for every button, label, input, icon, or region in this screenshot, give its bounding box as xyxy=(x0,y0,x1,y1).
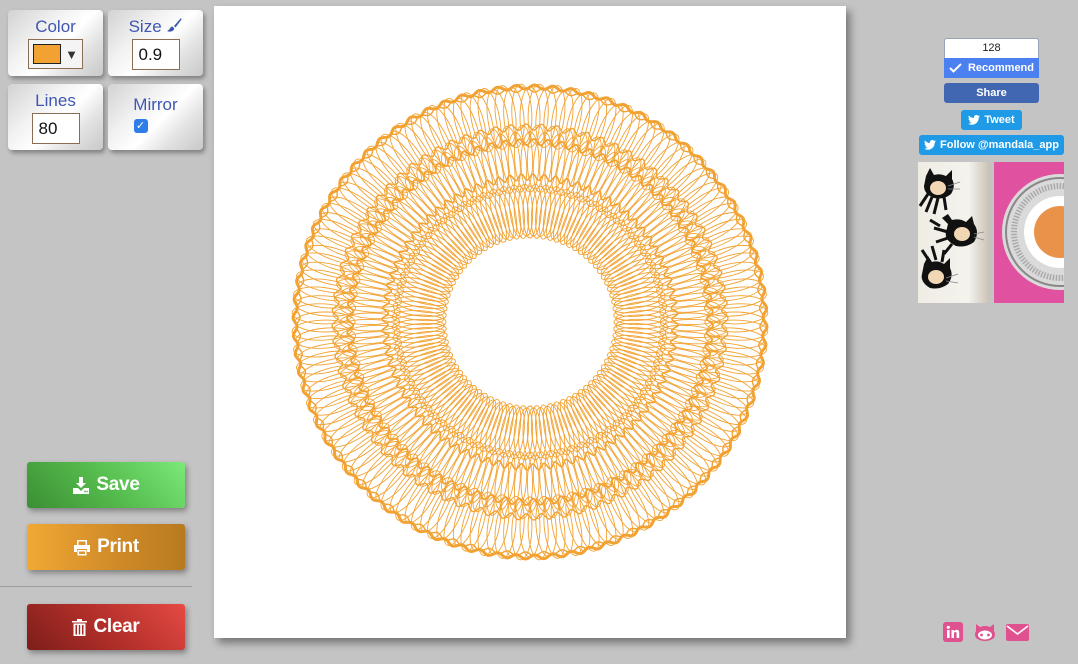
recommend-label: Recommend xyxy=(967,62,1035,74)
checkmark-icon xyxy=(949,63,962,73)
twitter-bird-icon xyxy=(924,140,937,150)
tweet-button[interactable]: Tweet xyxy=(961,110,1022,130)
print-label: Print xyxy=(97,536,139,557)
twitter-bird-icon xyxy=(968,115,981,125)
mandala-loop xyxy=(344,272,405,297)
mandala-inner-loops-2 xyxy=(391,183,669,461)
color-swatch xyxy=(33,44,62,64)
download-icon xyxy=(73,476,90,494)
mirror-label: Mirror xyxy=(133,95,178,114)
lines-panel: Lines xyxy=(8,84,103,150)
mandala-loop xyxy=(494,133,516,195)
lines-label: Lines xyxy=(35,91,76,110)
mandala-loop xyxy=(305,371,365,400)
octocat-image xyxy=(918,168,985,289)
mandala-loop xyxy=(700,252,760,279)
mandala-loop xyxy=(657,286,719,308)
print-button[interactable]: Print xyxy=(27,524,185,570)
thumbnail-strip xyxy=(918,162,1064,303)
clear-label: Clear xyxy=(93,616,140,637)
mirror-panel: Mirror ✓ xyxy=(108,84,203,150)
save-button[interactable]: Save xyxy=(27,462,185,508)
mandala-loop xyxy=(555,136,580,197)
clear-button[interactable]: Clear xyxy=(27,604,185,650)
size-label: Size xyxy=(128,17,162,36)
tweet-label: Tweet xyxy=(984,114,1015,126)
caret-down-icon: ▼ xyxy=(65,46,78,62)
linkedin-icon[interactable] xyxy=(943,622,963,642)
size-panel: Size xyxy=(108,10,203,76)
drawing-canvas[interactable] xyxy=(214,6,846,638)
color-label: Color xyxy=(35,17,76,36)
octocat-thumbnail[interactable] xyxy=(918,162,990,303)
color-panel: Color ▼ xyxy=(8,10,103,76)
mandala-drawing xyxy=(291,83,769,561)
lines-input[interactable] xyxy=(31,113,80,144)
follow-label: Follow @mandala_app xyxy=(940,139,1059,151)
size-input[interactable] xyxy=(131,39,180,70)
mandala-ring-1 xyxy=(381,173,679,471)
mandala-loop xyxy=(655,347,716,372)
email-icon[interactable] xyxy=(1006,622,1029,642)
mandala-outer-ring-2 xyxy=(295,87,765,557)
mandala-outer-ring xyxy=(291,83,769,561)
printer-icon xyxy=(74,539,91,555)
recommend-button[interactable]: Recommend xyxy=(944,58,1039,78)
mandala-loop xyxy=(695,244,755,273)
mandala-loop xyxy=(480,447,505,508)
mandala-loop xyxy=(341,336,403,358)
sidebar-divider xyxy=(0,586,192,587)
github-icon[interactable] xyxy=(974,622,996,642)
like-count: 128 xyxy=(944,38,1039,58)
color-picker[interactable]: ▼ xyxy=(28,39,83,69)
share-button[interactable]: Share xyxy=(944,83,1039,103)
mandala-loop xyxy=(573,492,600,552)
mandala-loop xyxy=(579,487,608,547)
mandala-ring-2 xyxy=(346,138,714,506)
paintbrush-icon xyxy=(167,18,182,32)
mandala-loop xyxy=(300,365,360,392)
follow-button[interactable]: Follow @mandala_app xyxy=(919,135,1064,155)
mirror-checkbox[interactable]: ✓ xyxy=(133,119,148,133)
mandala-loop xyxy=(544,449,566,511)
mandala-loop xyxy=(460,92,487,152)
mandala-loop xyxy=(452,97,481,157)
facebook-widget: 128 Recommend Share xyxy=(944,38,1039,103)
mandala-thumbnail[interactable] xyxy=(994,162,1064,303)
save-label: Save xyxy=(96,474,140,495)
trash-icon xyxy=(72,618,88,636)
size-label-row: Size xyxy=(108,17,203,37)
mandala-thumbnail-image xyxy=(1002,174,1064,290)
mandala-inner-loops xyxy=(393,185,667,459)
